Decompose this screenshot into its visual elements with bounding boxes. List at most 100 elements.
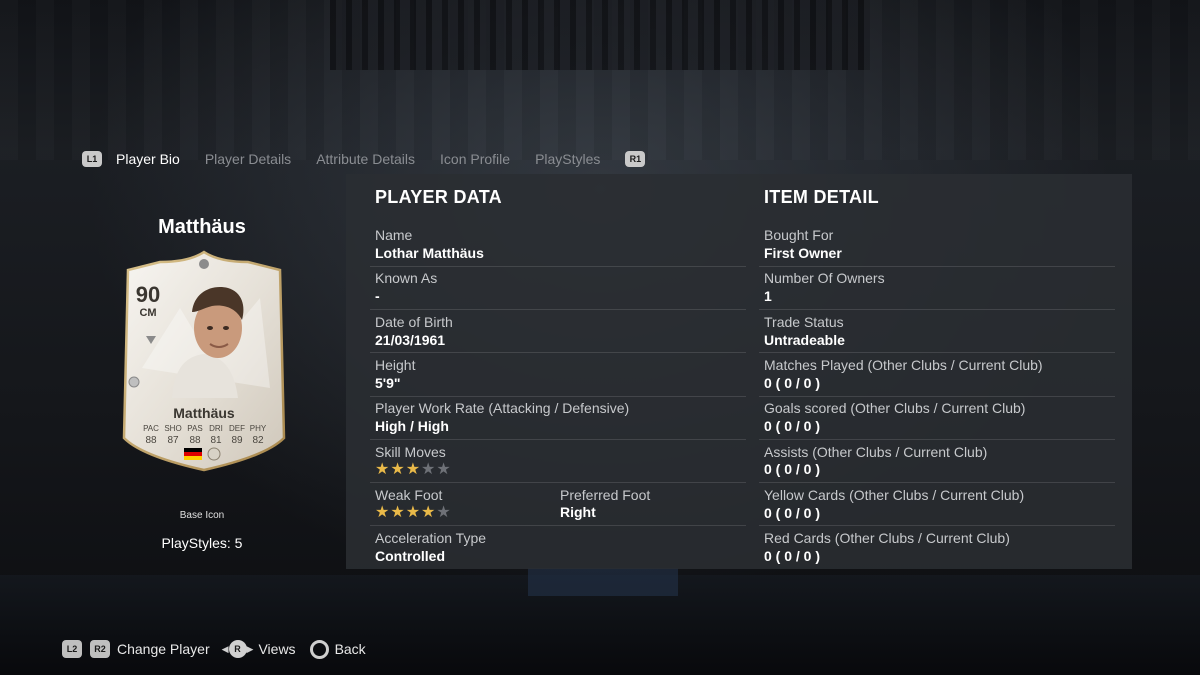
card-player-name: Matthäus: [173, 405, 235, 421]
player-data-heading: PLAYER DATA: [375, 187, 502, 207]
stadium-roof: [330, 0, 870, 70]
stat-value-pac: 88: [145, 435, 157, 446]
star-empty-icon: ★: [436, 461, 452, 478]
row-divider: [370, 439, 746, 440]
weak-foot-label: Weak Foot: [375, 487, 443, 503]
name-label: Name: [375, 227, 413, 243]
row-divider: [759, 309, 1115, 310]
playstyles-count: PlayStyles: 5: [161, 535, 243, 551]
skill-moves-stars: ★★★★★: [375, 462, 452, 478]
name-value: Lothar Matthäus: [375, 245, 484, 261]
pitch-light: [528, 568, 678, 596]
germany-flag-icon: [184, 448, 202, 460]
known-as-value: -: [375, 288, 380, 304]
controller-hints: L2 R2 Change Player ◀ R ▶ Views Back: [62, 638, 366, 660]
l2-button-hint[interactable]: L2: [62, 640, 82, 658]
row-divider: [370, 525, 746, 526]
right-stick-icon[interactable]: R: [228, 640, 247, 658]
r1-button-hint[interactable]: R1: [625, 151, 646, 167]
r2-button-hint[interactable]: R2: [90, 640, 110, 658]
yellow-cards-label: Yellow Cards (Other Clubs / Current Club…: [764, 487, 1025, 503]
crest-icon: [199, 259, 209, 269]
player-name-heading: Matthäus: [158, 216, 246, 238]
tab-attribute-details[interactable]: Attribute Details: [316, 151, 415, 167]
skill-moves-label: Skill Moves: [375, 444, 446, 460]
bought-for-value: First Owner: [764, 245, 842, 261]
assists-label: Assists (Other Clubs / Current Club): [764, 444, 988, 460]
star-filled-icon: ★: [405, 461, 422, 478]
star-filled-icon: ★: [390, 461, 406, 478]
stat-label-pac: PAC: [143, 424, 159, 433]
playstyle-icon: [128, 376, 140, 388]
stat-value-dri: 81: [210, 435, 222, 446]
trade-status-label: Trade Status: [764, 314, 844, 330]
goals-scored-label: Goals scored (Other Clubs / Current Club…: [764, 400, 1026, 416]
star-filled-icon: ★: [390, 504, 406, 521]
stat-label-def: DEF: [229, 424, 245, 433]
goals-scored-value: 0 ( 0 / 0 ): [764, 418, 821, 434]
star-empty-icon: ★: [421, 461, 437, 478]
tab-playstyles[interactable]: PlayStyles: [535, 151, 600, 167]
tab-player-details[interactable]: Player Details: [205, 151, 291, 167]
arrow-right-icon: ▶: [246, 643, 254, 654]
trade-status-value: Untradeable: [764, 332, 845, 348]
red-cards-label: Red Cards (Other Clubs / Current Club): [764, 530, 1010, 546]
height-value: 5'9": [375, 375, 401, 391]
acceleration-type-label: Acceleration Type: [375, 530, 487, 546]
work-rate-value: High / High: [375, 418, 449, 434]
stat-label-phy: PHY: [250, 424, 267, 433]
change-player-label[interactable]: Change Player: [117, 641, 210, 657]
star-filled-icon: ★: [375, 461, 391, 478]
row-divider: [370, 352, 746, 353]
row-divider: [370, 396, 746, 397]
date-of-birth-value: 21/03/1961: [375, 332, 446, 348]
row-divider: [759, 266, 1115, 267]
item-detail-heading: ITEM DETAIL: [764, 187, 879, 207]
stat-value-sho: 87: [167, 435, 179, 446]
date-of-birth-label: Date of Birth: [375, 314, 453, 330]
assists-value: 0 ( 0 / 0 ): [764, 461, 821, 477]
preferred-foot-value: Right: [560, 504, 596, 520]
card-type-label: Base Icon: [179, 510, 225, 521]
stat-label-dri: DRI: [209, 424, 223, 433]
tab-player-bio[interactable]: Player Bio: [116, 151, 180, 167]
row-divider: [759, 439, 1115, 440]
stat-label-sho: SHO: [164, 424, 181, 433]
stat-value-phy: 82: [252, 435, 264, 446]
row-divider: [759, 482, 1115, 483]
row-divider: [759, 352, 1115, 353]
row-divider: [759, 525, 1115, 526]
star-filled-icon: ★: [421, 504, 437, 521]
circle-button-icon[interactable]: [309, 639, 329, 659]
player-card[interactable]: 90 CM Matthäus PAC SHO PAS DRI DEF PHY 8…: [120, 248, 288, 474]
yellow-cards-value: 0 ( 0 / 0 ): [764, 505, 821, 521]
stat-label-pas: PAS: [187, 424, 202, 433]
number-of-owners-label: Number Of Owners: [764, 270, 885, 286]
star-empty-icon: ★: [436, 504, 452, 521]
arrow-left-icon: ◀: [221, 643, 229, 654]
work-rate-label: Player Work Rate (Attacking / Defensive): [375, 400, 630, 416]
row-divider: [370, 266, 746, 267]
stat-value-pas: 88: [189, 435, 201, 446]
number-of-owners-value: 1: [764, 288, 772, 304]
red-cards-value: 0 ( 0 / 0 ): [764, 548, 821, 564]
icon-badge-icon: [207, 447, 221, 461]
row-divider: [370, 309, 746, 310]
card-position: CM: [139, 307, 156, 319]
row-divider: [759, 396, 1115, 397]
back-label[interactable]: Back: [335, 641, 366, 657]
bought-for-label: Bought For: [764, 227, 834, 243]
tab-icon-profile[interactable]: Icon Profile: [440, 151, 510, 167]
views-label[interactable]: Views: [258, 641, 295, 657]
star-filled-icon: ★: [375, 504, 391, 521]
matches-played-label: Matches Played (Other Clubs / Current Cl…: [764, 357, 1043, 373]
stat-value-def: 89: [231, 435, 243, 446]
weak-foot-stars: ★★★★★: [375, 505, 452, 521]
preferred-foot-label: Preferred Foot: [560, 487, 651, 503]
row-divider: [370, 482, 746, 483]
known-as-label: Known As: [375, 270, 438, 286]
l1-button-hint[interactable]: L1: [82, 151, 102, 167]
card-rating: 90: [136, 282, 160, 307]
star-filled-icon: ★: [405, 504, 422, 521]
matches-played-value: 0 ( 0 / 0 ): [764, 375, 821, 391]
